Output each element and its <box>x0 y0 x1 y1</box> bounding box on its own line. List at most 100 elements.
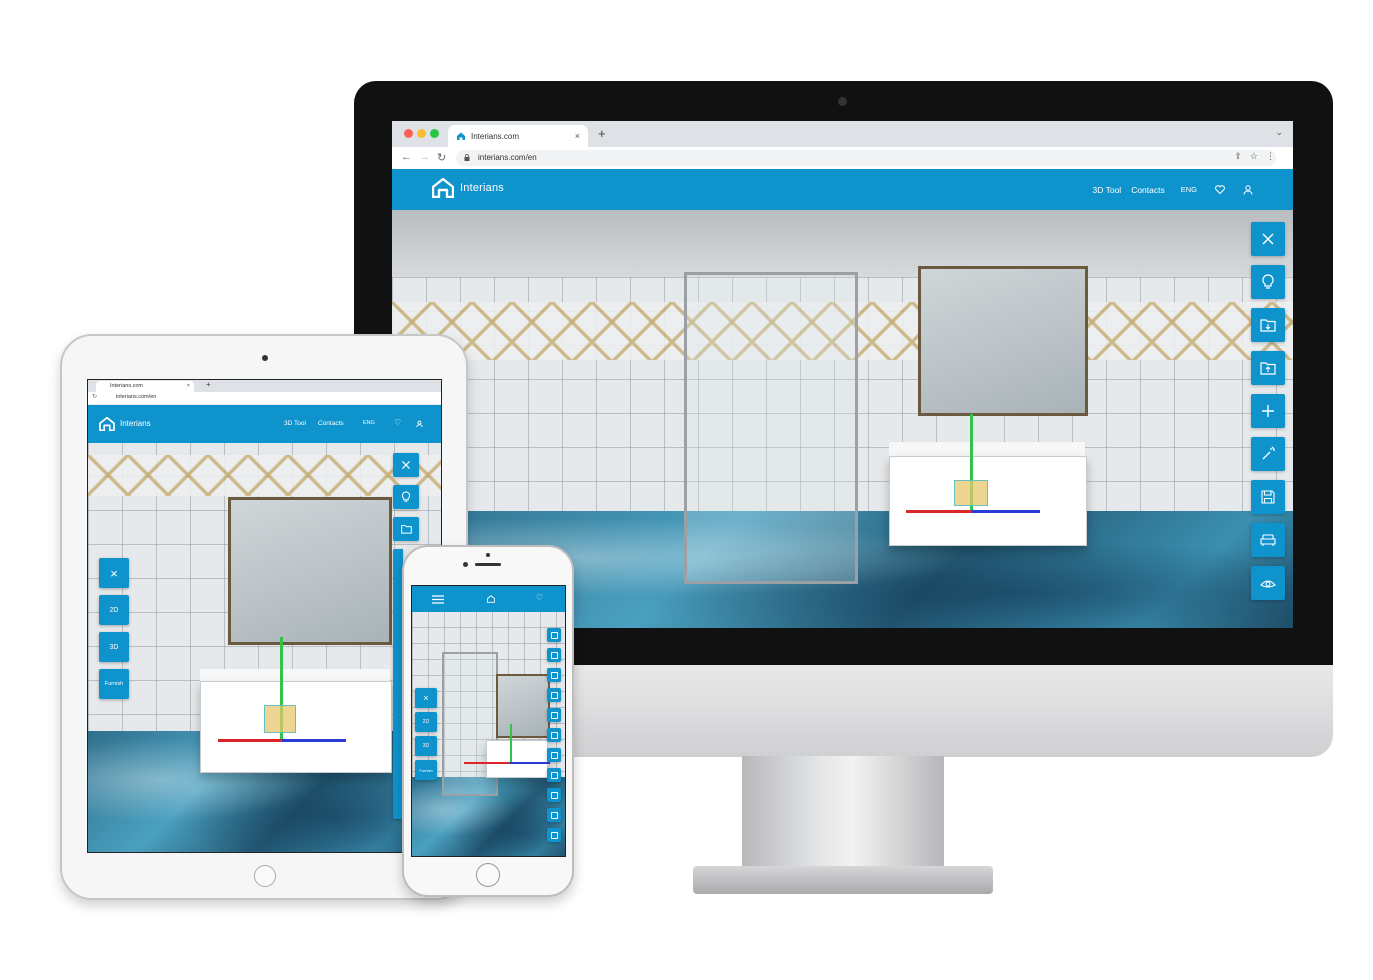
tab-close-icon[interactable]: × <box>575 131 580 141</box>
tablet-tab-close-icon[interactable]: × <box>187 381 190 392</box>
chevron-down-icon[interactable]: ⌄ <box>1275 127 1283 138</box>
hamburger-menu-icon[interactable] <box>432 595 444 604</box>
mirror[interactable] <box>918 266 1088 416</box>
tablet-3d-label: 3D <box>109 643 119 651</box>
phone-toolbar-eye-button[interactable] <box>547 788 561 802</box>
phone-close-icon <box>550 631 558 639</box>
phone-furnish-button[interactable]: Furnish <box>415 760 437 780</box>
tab-title: Interians.com <box>471 131 520 141</box>
heart-icon[interactable] <box>1215 185 1225 194</box>
tablet-3d-viewport[interactable]: × 2D 3D Furnish <box>88 443 441 852</box>
tablet-reload-icon[interactable]: ↻ <box>92 393 97 400</box>
phone-toolbar-clock-button[interactable] <box>547 828 561 842</box>
language-selector[interactable]: ENG <box>1181 185 1197 194</box>
tablet-new-tab-button[interactable]: + <box>206 380 211 389</box>
tablet-toolbar-close-button[interactable] <box>393 453 419 477</box>
forward-arrow-icon[interactable]: → <box>419 151 430 163</box>
shower-glass[interactable] <box>684 272 858 584</box>
phone-vanity-cabinet[interactable] <box>486 740 548 778</box>
phone-3d-button[interactable]: 3D <box>415 736 437 756</box>
toolbar-furniture-button[interactable] <box>1251 523 1285 557</box>
phone-toolbar-folder-upload-button[interactable] <box>547 688 561 702</box>
window-close-button[interactable] <box>404 129 413 138</box>
phone-3d-viewport[interactable]: × 2D 3D Furnish <box>412 612 565 856</box>
gizmo-x-axis-red[interactable] <box>906 510 972 513</box>
phone-magic-wand-icon <box>550 731 558 739</box>
window-zoom-button[interactable] <box>430 129 439 138</box>
house-logo-icon <box>432 178 454 198</box>
tablet-mode-close-button[interactable]: × <box>99 558 129 588</box>
back-arrow-icon[interactable]: ← <box>401 151 412 163</box>
tablet-folder-download-icon <box>400 525 412 534</box>
phone-gizmo-x-axis-red[interactable] <box>464 762 510 764</box>
toolbar-save-button[interactable] <box>1251 480 1285 514</box>
tablet-nav-contacts[interactable]: Contacts <box>318 420 344 427</box>
phone-save-icon <box>550 751 558 759</box>
site-logo[interactable]: Interians <box>432 178 504 198</box>
tablet-3d-button[interactable]: 3D <box>99 632 129 662</box>
tablet-nav-3d-tool[interactable]: 3D Tool <box>284 420 306 427</box>
vanity-cabinet[interactable] <box>889 456 1087 546</box>
phone-toolbar-folder-download-button[interactable] <box>547 668 561 682</box>
window-minimize-button[interactable] <box>417 129 426 138</box>
lightbulb-icon <box>1262 274 1274 289</box>
phone-house-icon[interactable] <box>487 595 495 603</box>
nav-3d-tool[interactable]: 3D Tool <box>1093 185 1122 195</box>
tablet-home-button[interactable] <box>254 865 276 887</box>
phone-toolbar-magic-wand-button[interactable] <box>547 728 561 742</box>
phone-site-header: ♡ <box>412 586 565 612</box>
tablet-tab[interactable]: Interians.com × <box>96 381 194 392</box>
phone-toolbar-sofa-button[interactable] <box>547 768 561 782</box>
plus-icon <box>1262 405 1274 417</box>
toolbar-close-button[interactable] <box>1251 222 1285 256</box>
folder-upload-icon <box>1260 362 1276 375</box>
phone-gizmo-y-axis[interactable] <box>510 724 512 764</box>
gizmo-center[interactable] <box>954 480 988 506</box>
phone-toolbar-grid-button[interactable] <box>547 808 561 822</box>
share-star-menu-icons[interactable]: ⇪☆⋮ <box>1234 151 1283 162</box>
new-tab-button[interactable]: + <box>598 126 606 141</box>
tablet-toolbar-lighting-button[interactable] <box>393 485 419 509</box>
tablet-language-selector[interactable]: ENG <box>363 420 375 426</box>
phone-heart-icon[interactable]: ♡ <box>536 593 543 602</box>
reload-icon[interactable]: ↻ <box>437 151 446 164</box>
tablet-user-icon[interactable] <box>416 420 423 428</box>
url-field[interactable]: interians.com/en <box>456 150 1276 166</box>
toolbar-magic-button[interactable] <box>1251 437 1285 471</box>
phone-gizmo-x-axis-blue[interactable] <box>510 762 550 764</box>
phone-toolbar-save-button[interactable] <box>547 748 561 762</box>
tablet-url-text[interactable]: interians.com/en <box>116 394 156 400</box>
tablet-gizmo-x-axis-red[interactable] <box>218 739 282 742</box>
phone-mirror[interactable] <box>496 674 550 738</box>
phone-toolbar-close-button[interactable] <box>547 628 561 642</box>
gizmo-x-axis-blue[interactable] <box>972 510 1040 513</box>
phone-camera <box>463 562 468 567</box>
tablet-house-logo-icon[interactable] <box>99 417 115 431</box>
tablet-toolbar-load-button[interactable] <box>393 517 419 541</box>
close-icon <box>1262 233 1274 245</box>
tablet-furnish-button[interactable]: Furnish <box>99 669 129 699</box>
phone-toolbar-lightbulb-button[interactable] <box>547 648 561 662</box>
tablet-heart-icon[interactable]: ♡ <box>394 418 401 427</box>
user-icon[interactable] <box>1243 184 1253 195</box>
tablet-gizmo-x-axis-blue[interactable] <box>282 739 346 742</box>
tablet-2d-button[interactable]: 2D <box>99 595 129 625</box>
tablet-tab-bar: Interians.com × + <box>88 380 441 392</box>
phone-toolbar-plus-button[interactable] <box>547 708 561 722</box>
tablet-brand-name: Interians <box>120 419 151 428</box>
toolbar-upload-button[interactable] <box>1251 351 1285 385</box>
tablet-vanity-cabinet[interactable] <box>200 681 392 773</box>
toolbar-load-button[interactable] <box>1251 308 1285 342</box>
phone-2d-button[interactable]: 2D <box>415 712 437 732</box>
phone-grid-icon <box>550 811 558 819</box>
browser-tab[interactable]: Interians.com × <box>448 125 588 147</box>
phone-mode-close-button[interactable]: × <box>415 688 437 708</box>
phone-home-button[interactable] <box>476 863 500 887</box>
tablet-mirror[interactable] <box>228 497 392 645</box>
tablet-gizmo-center[interactable] <box>264 705 296 733</box>
toolbar-add-button[interactable] <box>1251 394 1285 428</box>
nav-contacts[interactable]: Contacts <box>1131 185 1165 195</box>
toolbar-view-button[interactable] <box>1251 566 1285 600</box>
toolbar-lighting-button[interactable] <box>1251 265 1285 299</box>
phone-folder-download-icon <box>550 671 558 679</box>
